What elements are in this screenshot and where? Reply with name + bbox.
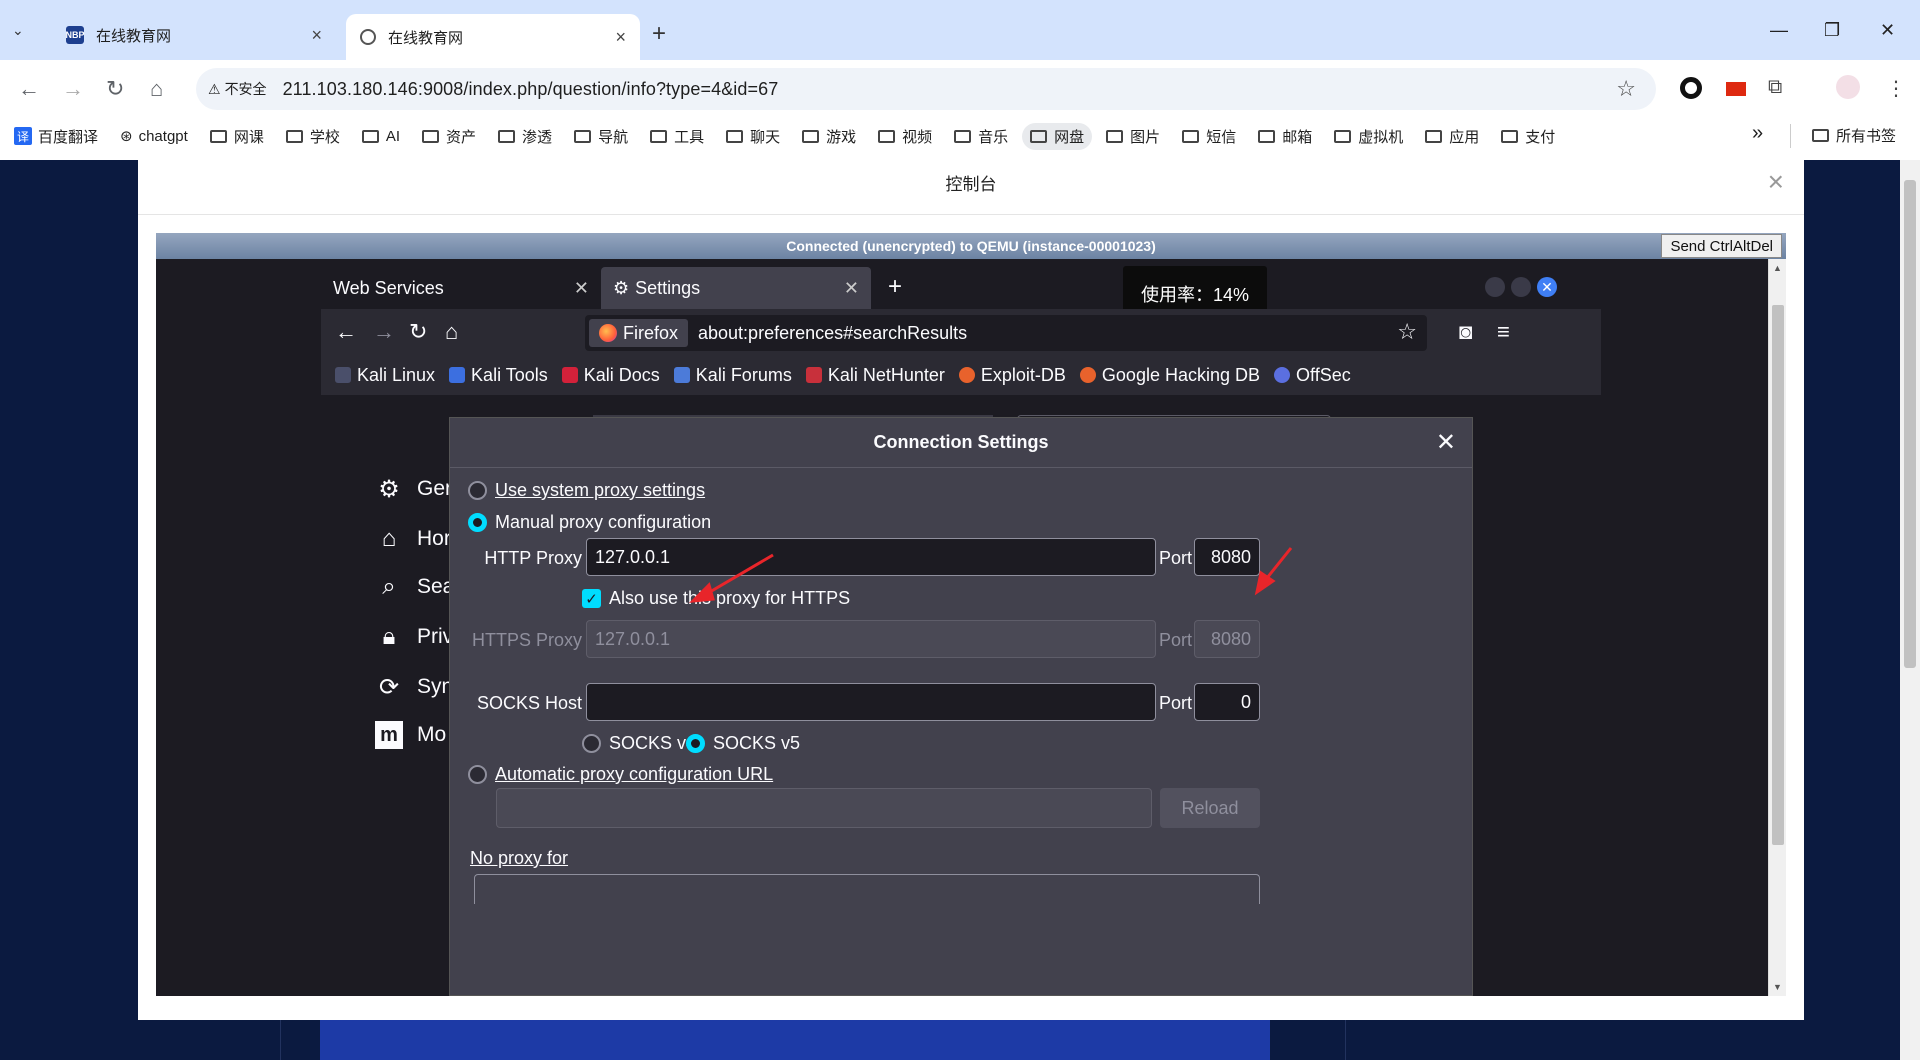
folder-icon [954, 129, 972, 143]
forward-icon[interactable]: → [62, 76, 84, 102]
bookmark-folder[interactable]: AI [361, 128, 400, 145]
close-tab-icon[interactable]: × [615, 27, 626, 48]
bookmark-folder[interactable]: 游戏 [802, 126, 856, 147]
folder-icon [361, 129, 379, 143]
folder-icon [650, 129, 668, 143]
folder-icon [498, 129, 516, 143]
folder-icon [1501, 129, 1519, 143]
bookmark-folder[interactable]: 聊天 [726, 126, 780, 147]
folder-icon [1030, 129, 1048, 143]
window-close-icon[interactable]: ✕ [1880, 20, 1895, 41]
folder-icon [726, 129, 744, 143]
bookmark-folder[interactable]: 应用 [1425, 126, 1479, 147]
china-flag-icon[interactable] [1726, 82, 1746, 96]
scroll-thumb[interactable] [1904, 180, 1916, 668]
vm-desktop-left [156, 259, 321, 996]
page-scrollbar[interactable] [1900, 160, 1920, 1060]
browser-tab[interactable]: NBP 在线教育网 × [52, 16, 336, 54]
bookmark-folder[interactable]: 图片 [1106, 126, 1160, 147]
security-indicator[interactable]: ⚠ 不安全 [208, 79, 267, 99]
vnc-status-bar: Connected (unencrypted) to QEMU (instanc… [156, 233, 1786, 259]
url-text[interactable]: 211.103.180.146:9008/index.php/question/… [283, 79, 779, 100]
folder-icon [1334, 129, 1352, 143]
close-icon[interactable]: × [1768, 166, 1784, 198]
vnc-scrollbar[interactable]: ▲ ▼ [1768, 259, 1786, 996]
folder-icon [802, 129, 820, 143]
avatar[interactable] [1836, 75, 1860, 99]
scroll-down-icon[interactable]: ▼ [1773, 982, 1782, 992]
divider [138, 214, 1804, 215]
address-row: ← → ↻ ⌂ ⚠ 不安全 211.103.180.146:9008/index… [0, 60, 1920, 118]
back-icon[interactable]: ← [18, 76, 40, 102]
extensions-puzzle-icon[interactable]: ⧉ [1768, 76, 1782, 99]
reload-icon[interactable]: ↻ [106, 76, 124, 102]
browser-tab-active[interactable]: 在线教育网 × [346, 14, 640, 60]
bookmark-folder[interactable]: 渗透 [498, 126, 552, 147]
bookmark-item[interactable]: ⊛ chatgpt [120, 127, 188, 146]
restore-icon[interactable]: ❐ [1824, 20, 1840, 41]
modal-title: 控制台 [945, 175, 997, 194]
folder-icon [1182, 129, 1200, 143]
folder-icon [878, 129, 896, 143]
console-modal: 控制台 × Connected (unencrypted) to QEMU (i… [138, 158, 1804, 1020]
folder-icon [285, 129, 303, 143]
folder-icon [422, 129, 440, 143]
translate-icon: 译 [14, 127, 32, 145]
home-icon[interactable]: ⌂ [150, 76, 163, 102]
firefox-window: Web Services ✕ ⚙ Settings ✕ + ✕ 使用率：14% … [321, 259, 1601, 996]
vm-desktop-right [1601, 259, 1768, 996]
bookmark-folder[interactable]: 音乐 [954, 126, 1008, 147]
all-bookmarks-button[interactable]: 所有书签 [1812, 125, 1896, 146]
send-ctrl-alt-del-button[interactable]: Send CtrlAltDel [1661, 234, 1782, 258]
annotation-arrow-icon [688, 547, 1293, 603]
globe-icon [360, 29, 376, 45]
tab-search-icon[interactable]: ⌄ [12, 22, 24, 39]
extension-circle-icon[interactable] [1680, 77, 1702, 99]
bookmark-folder[interactable]: 工具 [650, 126, 704, 147]
folder-icon [574, 129, 592, 143]
folder-icon [1106, 129, 1124, 143]
bookmark-folder[interactable]: 网盘 [1022, 122, 1093, 150]
insecure-label: 不安全 [224, 81, 267, 97]
folder-icon [209, 129, 227, 143]
bookmark-item[interactable]: 译百度翻译 [14, 126, 98, 147]
bookmark-folder[interactable]: 导航 [574, 126, 628, 147]
bookmark-folder[interactable]: 网课 [209, 126, 264, 147]
tab-title: 在线教育网 [388, 29, 464, 47]
bookmark-star-icon[interactable]: ☆ [1616, 76, 1636, 102]
bookmark-folder[interactable]: 邮箱 [1258, 126, 1312, 147]
bookmarks-overflow-icon[interactable]: » [1752, 122, 1763, 145]
page-footer-band [320, 1020, 1270, 1060]
new-tab-button[interactable]: + [652, 20, 666, 48]
address-bar[interactable]: ⚠ 不安全 211.103.180.146:9008/index.php/que… [196, 68, 1656, 110]
tab-title: 在线教育网 [96, 27, 172, 45]
minimize-icon[interactable]: — [1770, 20, 1788, 41]
vnc-status-text: Connected (unencrypted) to QEMU (instanc… [786, 238, 1156, 254]
divider [1790, 124, 1791, 148]
scroll-thumb[interactable] [1772, 305, 1784, 845]
bookmark-folder[interactable]: 视频 [878, 126, 932, 147]
vnc-screen[interactable]: Web Services ✕ ⚙ Settings ✕ + ✕ 使用率：14% … [156, 259, 1768, 996]
warning-icon: ⚠ [208, 80, 221, 97]
folder-icon [1812, 129, 1829, 142]
bookmark-folder[interactable]: 短信 [1182, 126, 1236, 147]
folder-icon [1425, 129, 1443, 143]
openai-icon: ⊛ [120, 128, 133, 145]
folder-icon [1258, 129, 1276, 143]
bookmark-folder[interactable]: 学校 [285, 126, 340, 147]
bookmarks-bar: 译百度翻译 ⊛ chatgpt 网课 学校 AI 资产 渗透 导航 工具 聊天 游… [0, 118, 1920, 154]
bookmark-folder[interactable]: 虚拟机 [1334, 126, 1403, 147]
menu-kebab-icon[interactable]: ⋮ [1886, 76, 1906, 101]
bookmark-folder[interactable]: 资产 [422, 126, 476, 147]
bookmark-folder[interactable]: 支付 [1501, 126, 1555, 147]
site-favicon-icon: NBP [66, 26, 85, 44]
browser-chrome: ⌄ NBP 在线教育网 × 在线教育网 × + — ❐ ✕ ← → ↻ ⌂ ⚠ … [0, 0, 1920, 160]
scroll-up-icon[interactable]: ▲ [1773, 263, 1782, 273]
close-tab-icon[interactable]: × [311, 25, 322, 46]
tab-strip: ⌄ NBP 在线教育网 × 在线教育网 × + — ❐ ✕ [0, 0, 1920, 60]
